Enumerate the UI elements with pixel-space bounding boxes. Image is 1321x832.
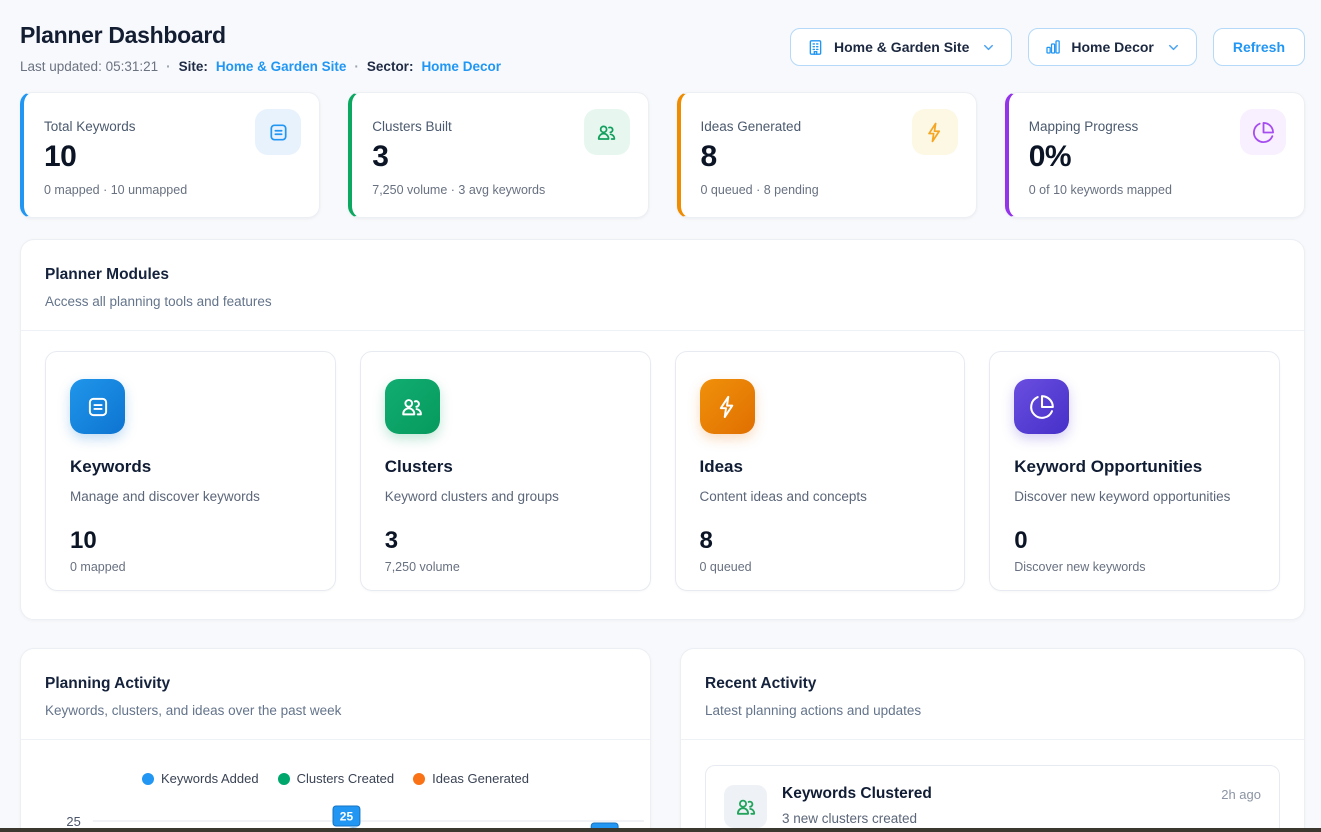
page-header: Planner Dashboard Last updated: 05:31:21… [20,22,1305,74]
lightning-icon [912,109,958,155]
module-description: Keyword clusters and groups [385,489,626,504]
legend-label: Keywords Added [161,771,259,786]
page-title: Planner Dashboard [20,22,501,49]
module-title: Keyword Opportunities [1014,457,1255,477]
activity-item-description: 3 new clusters created [782,811,1206,826]
planning-activity-header: Planning Activity Keywords, clusters, an… [21,649,650,740]
planning-activity-card: Planning Activity Keywords, clusters, an… [20,648,651,832]
header-meta: Last updated: 05:31:21 · Site: Home & Ga… [20,59,501,74]
bar-chart-icon [1044,38,1062,56]
chevron-down-icon [981,40,996,55]
recent-activity-subtitle: Latest planning actions and updates [705,703,1280,718]
planning-activity-title: Planning Activity [45,675,626,693]
legend-item-ideas-generated[interactable]: Ideas Generated [413,771,529,786]
module-title: Keywords [70,457,311,477]
header-left: Planner Dashboard Last updated: 05:31:21… [20,22,501,74]
module-title: Ideas [700,457,941,477]
legend-label: Clusters Created [297,771,395,786]
modules-title: Planner Modules [45,266,1280,284]
stat-card-ideas-generated: Ideas Generated 8 0 queued · 8 pending [677,92,977,218]
recent-activity-title: Recent Activity [705,675,1280,693]
sector-selector-dropdown[interactable]: Home Decor [1028,28,1196,66]
module-card-keyword-opportunities[interactable]: Keyword Opportunities Discover new keywo… [989,351,1280,591]
module-card-ideas[interactable]: Ideas Content ideas and concepts 8 0 que… [675,351,966,591]
activity-item-body: Keywords Clustered 3 new clusters create… [782,785,1206,828]
users-icon [724,785,767,828]
module-description: Content ideas and concepts [700,489,941,504]
meta-separator: · [354,59,359,74]
activity-item-timestamp: 2h ago [1221,785,1261,828]
module-value: 10 [70,527,311,555]
module-value: 8 [700,527,941,555]
module-subtext: 0 queued [700,560,941,574]
activity-item-title: Keywords Clustered [782,785,1206,803]
stat-subtext: 0 queued · 8 pending [701,183,956,197]
stats-row: Total Keywords 10 0 mapped · 10 unmapped… [20,92,1305,218]
module-value: 3 [385,527,626,555]
module-card-keywords[interactable]: Keywords Manage and discover keywords 10… [45,351,336,591]
planning-activity-subtitle: Keywords, clusters, and ideas over the p… [45,703,626,718]
stat-card-mapping-progress: Mapping Progress 0% 0 of 10 keywords map… [1005,92,1305,218]
modules-subtitle: Access all planning tools and features [45,294,1280,309]
bottom-row: Planning Activity Keywords, clusters, an… [20,648,1305,832]
recent-activity-header: Recent Activity Latest planning actions … [681,649,1304,740]
screen-bottom-edge [0,828,1321,832]
stat-subtext: 0 mapped · 10 unmapped [44,183,299,197]
chart-legend: Keywords Added Clusters Created Ideas Ge… [21,771,650,786]
pie-chart-icon [1014,379,1069,434]
site-selector-dropdown[interactable]: Home & Garden Site [790,28,1012,66]
meta-separator: · [166,59,171,74]
stat-subtext: 0 of 10 keywords mapped [1029,183,1284,197]
legend-dot-icon [413,773,425,785]
svg-text:25: 25 [340,809,354,823]
site-selector-label: Home & Garden Site [834,39,969,55]
recent-activity-card: Recent Activity Latest planning actions … [680,648,1305,832]
stat-card-clusters-built: Clusters Built 3 7,250 volume · 3 avg ke… [348,92,648,218]
module-subtext: 0 mapped [70,560,311,574]
stat-subtext: 7,250 volume · 3 avg keywords [372,183,627,197]
module-subtext: Discover new keywords [1014,560,1255,574]
stat-card-total-keywords: Total Keywords 10 0 mapped · 10 unmapped [20,92,320,218]
planner-modules-panel: Planner Modules Access all planning tool… [20,239,1305,620]
legend-dot-icon [142,773,154,785]
module-card-clusters[interactable]: Clusters Keyword clusters and groups 3 7… [360,351,651,591]
document-icon [255,109,301,155]
module-description: Manage and discover keywords [70,489,311,504]
data-label-peak: 25 [333,806,360,826]
refresh-button[interactable]: Refresh [1213,28,1305,66]
y-axis-tick-label: 25 [66,814,80,829]
activity-item-keywords-clustered: Keywords Clustered 3 new clusters create… [705,765,1280,832]
legend-item-keywords-added[interactable]: Keywords Added [142,771,259,786]
module-title: Clusters [385,457,626,477]
planner-dashboard-page: Planner Dashboard Last updated: 05:31:21… [0,0,1321,832]
legend-dot-icon [278,773,290,785]
module-subtext: 7,250 volume [385,560,626,574]
users-icon [385,379,440,434]
modules-grid: Keywords Manage and discover keywords 10… [21,331,1304,619]
module-description: Discover new keyword opportunities [1014,489,1255,504]
modules-header: Planner Modules Access all planning tool… [21,240,1304,331]
building-icon [806,38,825,57]
site-label: Site: [179,59,208,74]
sector-link[interactable]: Home Decor [421,59,501,74]
header-controls: Home & Garden Site Home Decor [790,28,1305,66]
lightning-icon [700,379,755,434]
chevron-down-icon [1166,40,1181,55]
users-icon [584,109,630,155]
legend-label: Ideas Generated [432,771,529,786]
site-link[interactable]: Home & Garden Site [216,59,347,74]
module-value: 0 [1014,527,1255,555]
legend-item-clusters-created[interactable]: Clusters Created [278,771,395,786]
sector-selector-label: Home Decor [1071,39,1153,55]
sector-label: Sector: [367,59,414,74]
document-icon [70,379,125,434]
pie-chart-icon [1240,109,1286,155]
last-updated-text: Last updated: 05:31:21 [20,59,158,74]
